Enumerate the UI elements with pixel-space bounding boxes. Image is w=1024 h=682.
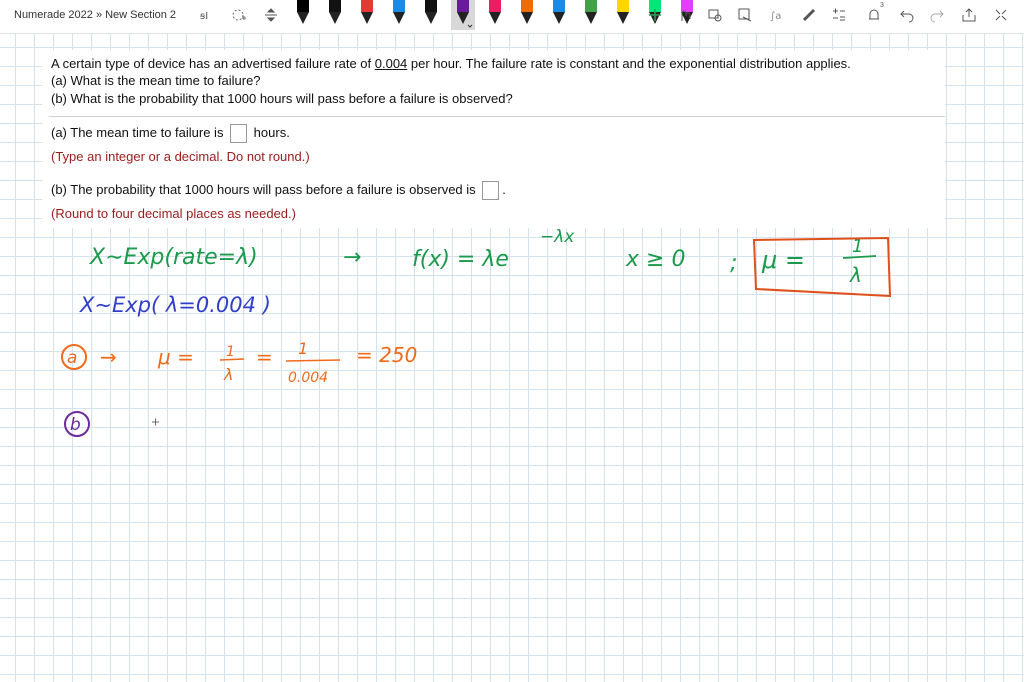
pen-4[interactable] <box>392 0 406 30</box>
pen-6[interactable] <box>451 0 475 30</box>
pen-5[interactable] <box>424 0 438 30</box>
pen-1[interactable] <box>296 0 310 30</box>
fullscreen-icon[interactable] <box>992 6 1010 24</box>
svg-text:ꞩI: ꞩI <box>200 11 208 22</box>
math-icon[interactable] <box>830 6 848 24</box>
failure-rate-value: 0.004 <box>374 56 408 71</box>
breadcrumb[interactable]: Numerade 2022 » New Section 2 <box>14 9 176 21</box>
touch-write-icon[interactable] <box>676 6 694 24</box>
pen-10[interactable] <box>584 0 598 30</box>
pen-7[interactable] <box>488 0 502 30</box>
page-count-badge: 3 <box>880 2 884 9</box>
divider <box>49 116 945 117</box>
toolbar: Numerade 2022 » New Section 2 ꞩI ∫a 3 <box>0 0 1024 34</box>
statement-text-cont: per hour. The failure rate is constant a… <box>407 56 851 71</box>
ink-to-shape-icon[interactable] <box>736 6 754 24</box>
pen-11[interactable] <box>616 0 630 30</box>
replay-icon[interactable]: 3 <box>866 2 884 24</box>
svg-text:∫a: ∫a <box>770 11 781 22</box>
pen-9[interactable] <box>552 0 566 30</box>
redo-icon[interactable] <box>928 6 946 24</box>
lasso-icon[interactable] <box>706 6 724 24</box>
part-b-answer-line: (b) The probability that 1000 hours will… <box>51 181 506 200</box>
part-a-unit: hours. <box>250 124 290 140</box>
question-b: (b) What is the probability that 1000 ho… <box>51 91 513 106</box>
part-b-period: . <box>502 181 506 197</box>
lasso-select-icon[interactable]: ꞩI <box>198 6 216 24</box>
plus-icon[interactable] <box>646 6 664 24</box>
ink-to-math-icon[interactable]: ∫a <box>768 6 786 24</box>
problem-clipping: A certain type of device has an advertis… <box>42 50 945 228</box>
statement-text: A certain type of device has an advertis… <box>51 56 375 71</box>
add-space-icon[interactable] <box>230 6 248 24</box>
share-icon[interactable] <box>960 6 978 24</box>
pen-3[interactable] <box>360 0 374 30</box>
part-b-hint: (Round to four decimal places as needed.… <box>51 206 296 221</box>
part-a-answer-box[interactable] <box>230 124 248 143</box>
part-b-text: (b) The probability that 1000 hours will… <box>51 181 480 197</box>
part-b-answer-box[interactable] <box>482 181 500 200</box>
part-a-answer-line: (a) The mean time to failure is hours. <box>51 124 290 143</box>
part-a-hint: (Type an integer or a decimal. Do not ro… <box>51 149 310 164</box>
undo-icon[interactable] <box>898 6 916 24</box>
part-a-text: (a) The mean time to failure is <box>51 124 228 140</box>
insert-space-icon[interactable] <box>262 6 280 24</box>
pen-2[interactable] <box>328 0 342 30</box>
ruler-icon[interactable] <box>800 6 818 24</box>
problem-statement-line1: A certain type of device has an advertis… <box>51 56 851 71</box>
question-a: (a) What is the mean time to failure? <box>51 73 261 88</box>
pen-8[interactable] <box>520 0 534 30</box>
